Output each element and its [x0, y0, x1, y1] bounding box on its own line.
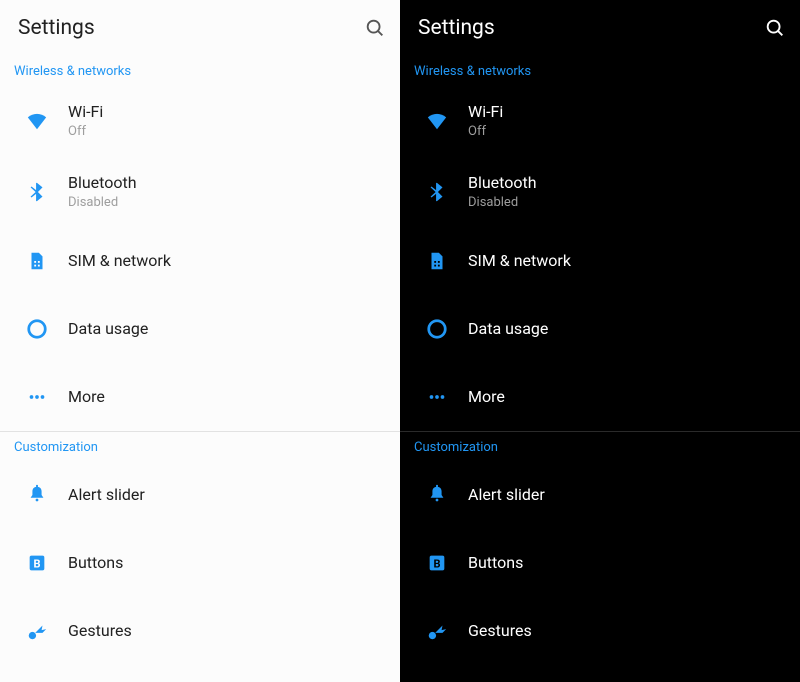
alert-slider-row[interactable]: Alert slider — [400, 461, 800, 529]
buttons-row[interactable]: B Buttons — [400, 529, 800, 597]
sim-icon — [14, 250, 60, 272]
search-icon[interactable] — [764, 17, 786, 39]
bluetooth-row[interactable]: Bluetooth Disabled — [0, 156, 400, 227]
svg-text:B: B — [33, 558, 40, 571]
wifi-sub: Off — [468, 124, 786, 139]
bluetooth-row[interactable]: Bluetooth Disabled — [400, 156, 800, 227]
gestures-title: Gestures — [68, 621, 386, 641]
more-title: More — [468, 387, 786, 407]
wifi-title: Wi-Fi — [468, 102, 786, 122]
buttons-icon: B — [414, 552, 460, 574]
more-row[interactable]: More — [400, 363, 800, 431]
section-wireless-label: Wireless & networks — [0, 56, 400, 85]
bluetooth-sub: Disabled — [468, 195, 786, 210]
alert-slider-title: Alert slider — [68, 485, 386, 505]
more-title: More — [68, 387, 386, 407]
section-wireless-label: Wireless & networks — [400, 56, 800, 85]
gestures-icon — [14, 620, 60, 642]
bluetooth-title: Bluetooth — [68, 173, 386, 193]
bluetooth-icon — [414, 181, 460, 203]
sim-row[interactable]: SIM & network — [400, 227, 800, 295]
alert-slider-icon — [14, 484, 60, 506]
data-usage-title: Data usage — [468, 319, 786, 339]
gestures-title: Gestures — [468, 621, 786, 641]
alert-slider-icon — [414, 484, 460, 506]
wifi-icon — [14, 110, 60, 132]
data-usage-icon — [414, 318, 460, 340]
sim-title: SIM & network — [68, 251, 386, 271]
buttons-title: Buttons — [68, 553, 386, 573]
sim-title: SIM & network — [468, 251, 786, 271]
wifi-icon — [414, 110, 460, 132]
more-icon — [14, 386, 60, 408]
data-usage-title: Data usage — [68, 319, 386, 339]
settings-panel-light: Settings Wireless & networks Wi-Fi Off B… — [0, 0, 400, 682]
search-icon[interactable] — [364, 17, 386, 39]
sim-row[interactable]: SIM & network — [0, 227, 400, 295]
gestures-row[interactable]: Gestures — [400, 597, 800, 665]
wifi-row[interactable]: Wi-Fi Off — [0, 85, 400, 156]
sim-icon — [414, 250, 460, 272]
svg-text:B: B — [433, 558, 440, 571]
gestures-icon — [414, 620, 460, 642]
wifi-row[interactable]: Wi-Fi Off — [400, 85, 800, 156]
buttons-title: Buttons — [468, 553, 786, 573]
more-row[interactable]: More — [0, 363, 400, 431]
alert-slider-title: Alert slider — [468, 485, 786, 505]
page-title: Settings — [418, 16, 764, 40]
settings-panel-dark: Settings Wireless & networks Wi-Fi Off B… — [400, 0, 800, 682]
header: Settings — [0, 0, 400, 56]
alert-slider-row[interactable]: Alert slider — [0, 461, 400, 529]
page-title: Settings — [18, 16, 364, 40]
section-customization-label: Customization — [400, 432, 800, 461]
header: Settings — [400, 0, 800, 56]
data-usage-row[interactable]: Data usage — [0, 295, 400, 363]
bluetooth-icon — [14, 181, 60, 203]
wifi-title: Wi-Fi — [68, 102, 386, 122]
bluetooth-sub: Disabled — [68, 195, 386, 210]
wifi-sub: Off — [68, 124, 386, 139]
more-icon — [414, 386, 460, 408]
data-usage-row[interactable]: Data usage — [400, 295, 800, 363]
buttons-icon: B — [14, 552, 60, 574]
data-usage-icon — [14, 318, 60, 340]
section-customization-label: Customization — [0, 432, 400, 461]
buttons-row[interactable]: B Buttons — [0, 529, 400, 597]
bluetooth-title: Bluetooth — [468, 173, 786, 193]
gestures-row[interactable]: Gestures — [0, 597, 400, 665]
